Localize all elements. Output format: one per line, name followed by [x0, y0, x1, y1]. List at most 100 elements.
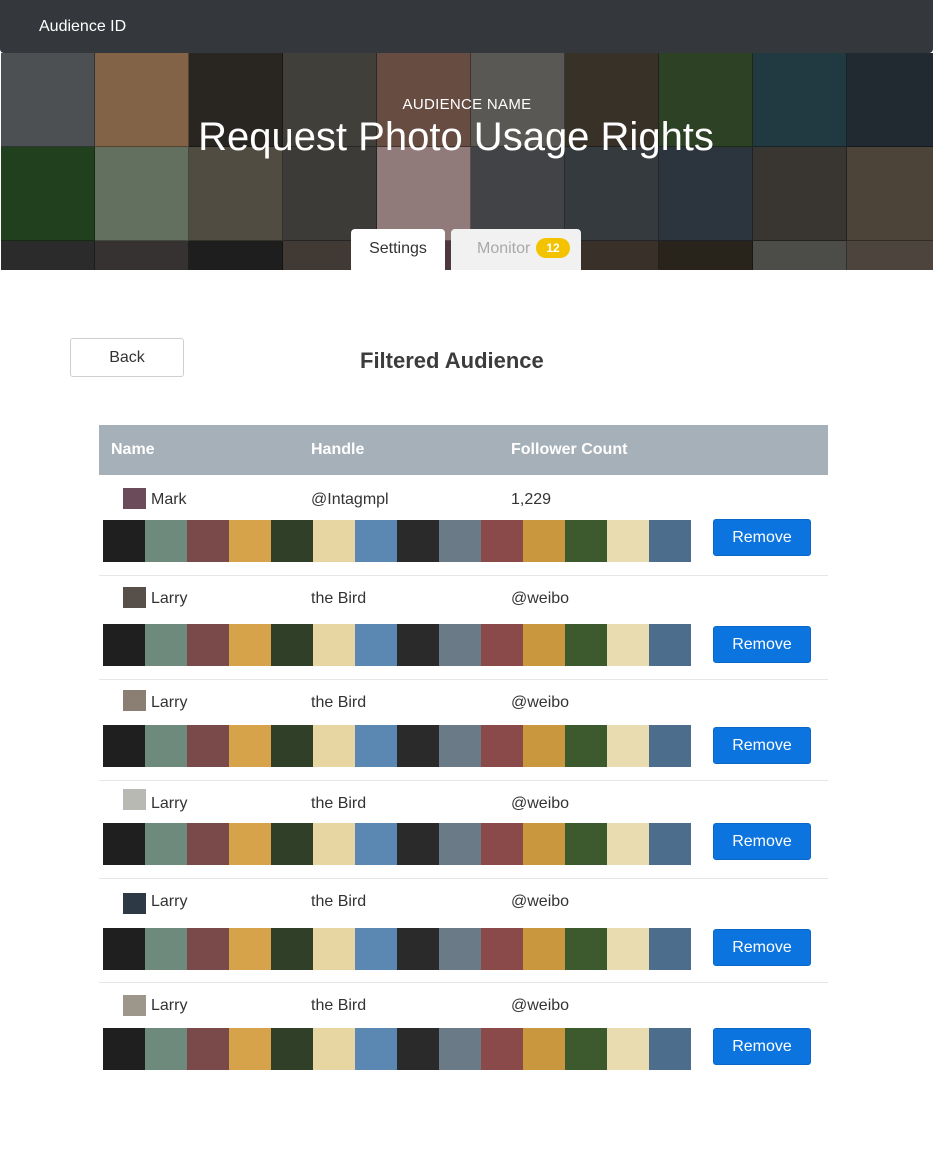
photo-thumbnail[interactable]: [313, 520, 355, 562]
remove-button[interactable]: Remove: [713, 1028, 811, 1065]
photo-thumbnail[interactable]: [355, 928, 397, 970]
remove-button[interactable]: Remove: [713, 519, 811, 556]
photo-thumbnail[interactable]: [439, 1028, 481, 1070]
remove-button[interactable]: Remove: [713, 727, 811, 764]
photo-thumbnail[interactable]: [271, 823, 313, 865]
photo-thumbnail[interactable]: [187, 624, 229, 666]
photo-thumbnail[interactable]: [187, 725, 229, 767]
photo-thumbnail[interactable]: [355, 624, 397, 666]
photo-thumbnail[interactable]: [607, 725, 649, 767]
photo-thumbnail[interactable]: [355, 725, 397, 767]
photo-thumbnail[interactable]: [271, 928, 313, 970]
photo-thumbnail[interactable]: [481, 823, 523, 865]
tab-settings[interactable]: Settings: [351, 229, 445, 270]
photo-thumbnail[interactable]: [523, 520, 565, 562]
photo-thumbnail[interactable]: [649, 520, 691, 562]
photo-thumbnail[interactable]: [313, 928, 355, 970]
photo-thumbnail[interactable]: [439, 520, 481, 562]
photo-thumbnail[interactable]: [481, 520, 523, 562]
column-header-name[interactable]: Name: [111, 441, 155, 459]
photo-thumbnail[interactable]: [229, 624, 271, 666]
photo-thumbnail[interactable]: [607, 624, 649, 666]
photo-thumbnail[interactable]: [145, 725, 187, 767]
photo-thumbnail[interactable]: [103, 928, 145, 970]
photo-thumbnail[interactable]: [187, 520, 229, 562]
photo-thumbnail[interactable]: [145, 823, 187, 865]
brand-label[interactable]: Audience ID: [39, 18, 126, 36]
photo-thumbnail[interactable]: [187, 823, 229, 865]
photo-thumbnail[interactable]: [229, 520, 271, 562]
remove-button[interactable]: Remove: [713, 626, 811, 663]
remove-button[interactable]: Remove: [713, 823, 811, 860]
photo-thumbnail[interactable]: [397, 520, 439, 562]
photo-thumbnail[interactable]: [355, 1028, 397, 1070]
photo-thumbnail[interactable]: [523, 823, 565, 865]
remove-button[interactable]: Remove: [713, 929, 811, 966]
photo-thumbnail[interactable]: [313, 624, 355, 666]
tab-monitor[interactable]: Monitor 12: [451, 229, 581, 270]
photo-thumbnail[interactable]: [103, 624, 145, 666]
photo-thumbnail[interactable]: [271, 520, 313, 562]
photo-thumbnail[interactable]: [103, 823, 145, 865]
photo-thumbnail[interactable]: [355, 823, 397, 865]
photo-thumbnail[interactable]: [313, 1028, 355, 1070]
photo-thumbnail[interactable]: [187, 928, 229, 970]
photo-thumbnail[interactable]: [313, 725, 355, 767]
photo-thumbnail[interactable]: [439, 928, 481, 970]
photo-thumbnail[interactable]: [565, 725, 607, 767]
photo-thumbnail[interactable]: [145, 624, 187, 666]
photo-thumbnail[interactable]: [103, 520, 145, 562]
photo-thumbnail[interactable]: [565, 1028, 607, 1070]
photo-thumbnail[interactable]: [439, 624, 481, 666]
photo-thumbnail[interactable]: [313, 823, 355, 865]
photo-thumbnail[interactable]: [397, 725, 439, 767]
photo-thumbnail[interactable]: [103, 1028, 145, 1070]
photo-thumbnail[interactable]: [481, 725, 523, 767]
photo-thumbnail[interactable]: [481, 928, 523, 970]
column-header-handle[interactable]: Handle: [311, 441, 364, 459]
photo-thumbnail[interactable]: [649, 725, 691, 767]
avatar: [123, 995, 146, 1016]
photo-thumbnail[interactable]: [523, 928, 565, 970]
photo-thumbnail[interactable]: [397, 928, 439, 970]
photo-thumbnail[interactable]: [145, 928, 187, 970]
photo-thumbnail[interactable]: [649, 928, 691, 970]
photo-thumbnail[interactable]: [229, 1028, 271, 1070]
photo-thumbnail[interactable]: [439, 823, 481, 865]
photo-thumbnail[interactable]: [523, 624, 565, 666]
photo-thumbnail[interactable]: [229, 725, 271, 767]
back-button[interactable]: Back: [70, 338, 184, 377]
photo-thumbnail[interactable]: [565, 520, 607, 562]
photo-thumbnail[interactable]: [103, 725, 145, 767]
photo-thumbnail[interactable]: [565, 624, 607, 666]
photo-thumbnail[interactable]: [229, 823, 271, 865]
photo-thumbnail[interactable]: [523, 725, 565, 767]
photo-thumbnail[interactable]: [607, 823, 649, 865]
user-handle: @Intagmpl: [311, 491, 389, 508]
photo-thumbnail[interactable]: [649, 1028, 691, 1070]
column-header-follower-count[interactable]: Follower Count: [511, 441, 627, 459]
photo-thumbnail[interactable]: [607, 520, 649, 562]
photo-thumbnail[interactable]: [607, 1028, 649, 1070]
photo-thumbnail[interactable]: [481, 624, 523, 666]
photo-thumbnail[interactable]: [649, 823, 691, 865]
photo-thumbnail[interactable]: [145, 1028, 187, 1070]
photo-thumbnail[interactable]: [355, 520, 397, 562]
photo-thumbnail[interactable]: [397, 1028, 439, 1070]
photo-thumbnail[interactable]: [565, 928, 607, 970]
photo-thumbnail[interactable]: [649, 624, 691, 666]
photo-thumbnail[interactable]: [565, 823, 607, 865]
table-header: Name Handle Follower Count: [99, 425, 828, 475]
photo-thumbnail[interactable]: [481, 1028, 523, 1070]
photo-thumbnail[interactable]: [271, 624, 313, 666]
photo-thumbnail[interactable]: [397, 823, 439, 865]
photo-thumbnail[interactable]: [523, 1028, 565, 1070]
photo-thumbnail[interactable]: [229, 928, 271, 970]
photo-thumbnail[interactable]: [607, 928, 649, 970]
photo-thumbnail[interactable]: [145, 520, 187, 562]
photo-thumbnail[interactable]: [397, 624, 439, 666]
photo-thumbnail[interactable]: [271, 725, 313, 767]
photo-thumbnail[interactable]: [187, 1028, 229, 1070]
photo-thumbnail[interactable]: [271, 1028, 313, 1070]
photo-thumbnail[interactable]: [439, 725, 481, 767]
